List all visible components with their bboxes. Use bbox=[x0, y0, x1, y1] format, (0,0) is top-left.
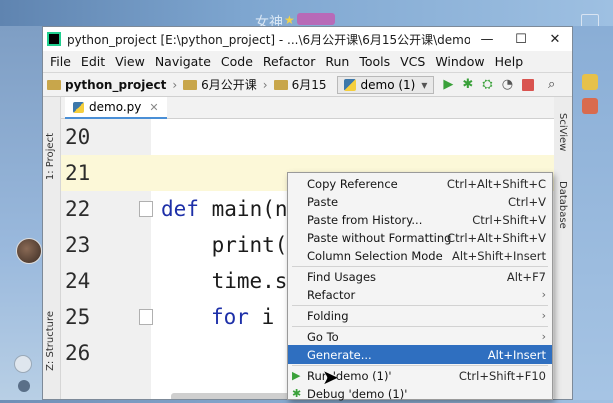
chevron-right-icon: › bbox=[541, 288, 546, 301]
navigation-bar: python_project › 6月公开课 › 6月15 demo (1) ▾… bbox=[43, 73, 572, 97]
folder-icon bbox=[183, 79, 198, 90]
run-icon: ▶ bbox=[292, 369, 301, 382]
line-number: 24 bbox=[65, 269, 91, 293]
desktop-left-area bbox=[0, 26, 42, 400]
menu-item-paste-without-formatting[interactable]: Paste without Formatting Ctrl+Alt+Shift+… bbox=[288, 228, 552, 247]
star-icon: ★ bbox=[284, 13, 295, 27]
profile-icon[interactable]: ◔ bbox=[502, 77, 513, 92]
close-button[interactable]: ✕ bbox=[538, 32, 572, 47]
python-file-icon bbox=[73, 101, 84, 113]
menu-file[interactable]: File bbox=[45, 54, 76, 69]
menu-item-paste[interactable]: Paste Ctrl+V bbox=[288, 192, 552, 211]
breadcrumb-project[interactable]: python_project bbox=[47, 78, 166, 92]
menu-item-generate[interactable]: Generate... Alt+Insert bbox=[288, 345, 552, 364]
menu-vcs[interactable]: VCS bbox=[395, 54, 430, 69]
desktop-badge bbox=[297, 13, 335, 25]
line-number: 26 bbox=[65, 341, 91, 365]
line-number: 20 bbox=[65, 125, 91, 149]
app-icon[interactable] bbox=[582, 98, 598, 114]
breadcrumb-separator: › bbox=[172, 77, 178, 92]
left-tool-strip: 1: Project Z: Structure bbox=[43, 97, 61, 399]
mouse-cursor-icon: ➤ bbox=[322, 365, 339, 389]
menu-navigate[interactable]: Navigate bbox=[150, 54, 216, 69]
folder-icon bbox=[47, 79, 61, 90]
chevron-right-icon: › bbox=[541, 330, 546, 343]
tab-structure[interactable]: Z: Structure bbox=[45, 311, 56, 371]
menu-window[interactable]: Window bbox=[430, 54, 489, 69]
coverage-icon[interactable]: ⛭ bbox=[482, 77, 492, 92]
run-configuration-select[interactable]: demo (1) ▾ bbox=[336, 75, 435, 94]
debug-icon: ✱ bbox=[292, 387, 302, 400]
avatar[interactable] bbox=[16, 238, 42, 264]
breadcrumb-folder-1[interactable]: 6月公开课 bbox=[183, 76, 257, 93]
menu-item-find-usages[interactable]: Find Usages Alt+F7 bbox=[288, 267, 552, 286]
menu-edit[interactable]: Edit bbox=[76, 54, 110, 69]
fold-marker-icon[interactable] bbox=[139, 309, 153, 325]
desktop-widget-icon[interactable] bbox=[14, 355, 32, 373]
code-keyword: for bbox=[211, 305, 249, 329]
chevron-right-icon: › bbox=[541, 309, 546, 322]
menu-item-column-selection-mode[interactable]: Column Selection Mode Alt+Shift+Insert bbox=[288, 246, 552, 265]
menu-item-refactor[interactable]: Refactor › bbox=[288, 285, 552, 304]
folder-icon bbox=[273, 79, 288, 90]
menu-bar: File Edit View Navigate Code Refactor Ru… bbox=[43, 51, 572, 73]
tab-demo-py[interactable]: demo.py ✕ bbox=[65, 97, 167, 119]
code-keyword: def bbox=[161, 197, 199, 221]
menu-run[interactable]: Run bbox=[320, 54, 354, 69]
editor-tabs: demo.py ✕ bbox=[61, 97, 554, 119]
debug-icon[interactable]: ✱ bbox=[462, 77, 473, 92]
breadcrumb-folder-2[interactable]: 6月15 bbox=[273, 76, 327, 93]
menu-view[interactable]: View bbox=[110, 54, 150, 69]
chevron-down-icon: ▾ bbox=[421, 77, 428, 92]
right-tool-strip: SciView Database bbox=[552, 97, 572, 399]
menu-refactor[interactable]: Refactor bbox=[258, 54, 320, 69]
minimize-button[interactable]: — bbox=[470, 32, 504, 47]
maximize-button[interactable]: ☐ bbox=[504, 32, 538, 47]
line-number: 23 bbox=[65, 233, 91, 257]
code-text: main(n bbox=[199, 197, 288, 221]
search-icon[interactable]: ⌕ bbox=[548, 77, 555, 92]
menu-item-paste-from-history[interactable]: Paste from History... Ctrl+Shift+V bbox=[288, 210, 552, 229]
tab-project[interactable]: 1: Project bbox=[45, 133, 56, 180]
code-text: i bbox=[249, 305, 275, 329]
breadcrumb-separator: › bbox=[262, 77, 268, 92]
menu-item-copy-reference[interactable]: Copy Reference Ctrl+Alt+Shift+C bbox=[288, 174, 552, 193]
line-number: 25 bbox=[65, 305, 91, 329]
pycharm-icon bbox=[47, 32, 61, 46]
stop-icon[interactable] bbox=[522, 78, 535, 91]
tab-sciview[interactable]: SciView bbox=[557, 113, 568, 151]
folder-icon[interactable] bbox=[582, 74, 598, 90]
tab-database[interactable]: Database bbox=[557, 181, 568, 229]
line-number: 21 bbox=[65, 161, 91, 185]
menu-tools[interactable]: Tools bbox=[354, 54, 395, 69]
close-icon[interactable]: ✕ bbox=[149, 101, 158, 114]
code-text: print( bbox=[161, 233, 288, 257]
window-title: python_project [E:\python_project] - ...… bbox=[67, 32, 470, 47]
code-text: time.s bbox=[161, 269, 288, 293]
title-bar: python_project [E:\python_project] - ...… bbox=[43, 27, 572, 51]
desktop-dot-icon bbox=[18, 380, 30, 392]
menu-help[interactable]: Help bbox=[490, 54, 529, 69]
python-file-icon bbox=[343, 78, 356, 91]
menu-code[interactable]: Code bbox=[216, 54, 258, 69]
fold-marker-icon[interactable] bbox=[139, 201, 153, 217]
run-icon[interactable]: ▶ bbox=[443, 77, 453, 92]
line-number: 22 bbox=[65, 197, 91, 221]
menu-item-folding[interactable]: Folding › bbox=[288, 306, 552, 325]
menu-item-go-to[interactable]: Go To › bbox=[288, 327, 552, 346]
code-line: 20 bbox=[61, 119, 554, 155]
